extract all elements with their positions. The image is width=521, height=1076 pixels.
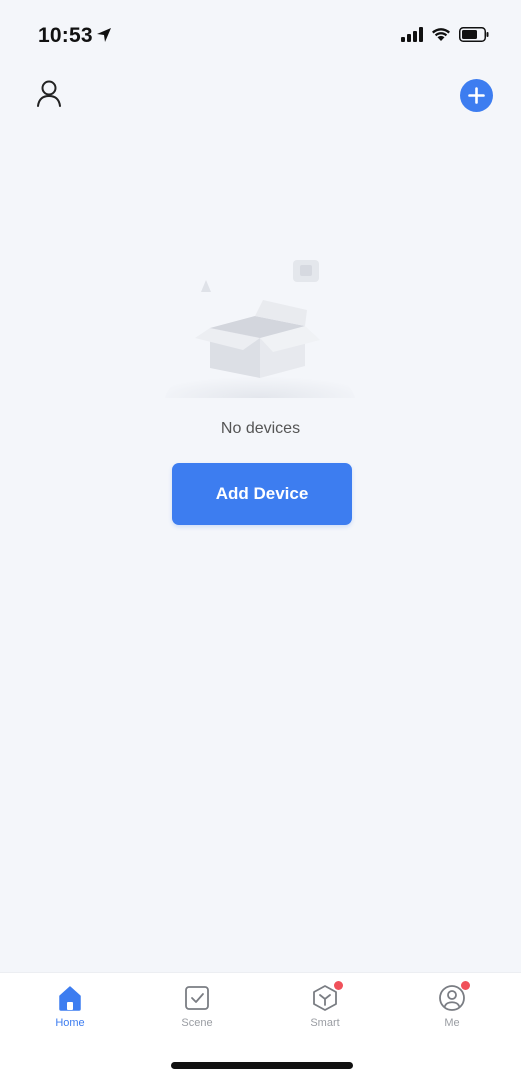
add-device-button[interactable]: Add Device <box>172 463 352 525</box>
scene-icon <box>185 986 209 1010</box>
cellular-signal-icon <box>401 27 423 42</box>
status-time: 10:53 <box>38 24 93 47</box>
tab-label-me: Me <box>444 1017 460 1029</box>
app-screen: 10:53 No devices Add Device Home Scene S… <box>0 0 521 1076</box>
smart-badge-dot <box>334 981 343 990</box>
tab-label-home: Home <box>55 1017 85 1029</box>
tab-me[interactable]: Me <box>412 981 492 1043</box>
wifi-icon <box>432 28 450 41</box>
status-icons <box>401 27 489 42</box>
plus-icon <box>468 87 485 104</box>
me-icon-wrapper <box>437 981 470 1013</box>
tab-label-smart: Smart <box>310 1017 340 1029</box>
tab-home[interactable]: Home <box>30 983 110 1043</box>
status-bar: 10:53 <box>0 0 521 70</box>
add-button[interactable] <box>460 79 493 112</box>
smart-icon-wrapper <box>310 981 343 1013</box>
tab-smart[interactable]: Smart <box>285 981 365 1043</box>
battery-icon <box>459 27 489 42</box>
user-profile-icon[interactable] <box>34 78 64 108</box>
me-badge-dot <box>461 981 470 990</box>
home-icon <box>59 986 81 1011</box>
location-arrow-icon <box>97 28 111 42</box>
tab-label-scene: Scene <box>181 1017 213 1029</box>
home-indicator <box>171 1062 353 1069</box>
tab-scene[interactable]: Scene <box>157 983 237 1043</box>
empty-state-message: No devices <box>220 420 301 437</box>
empty-box-illustration <box>165 260 355 398</box>
bottom-tab-bar: Home Scene Smart Me <box>0 972 521 1076</box>
